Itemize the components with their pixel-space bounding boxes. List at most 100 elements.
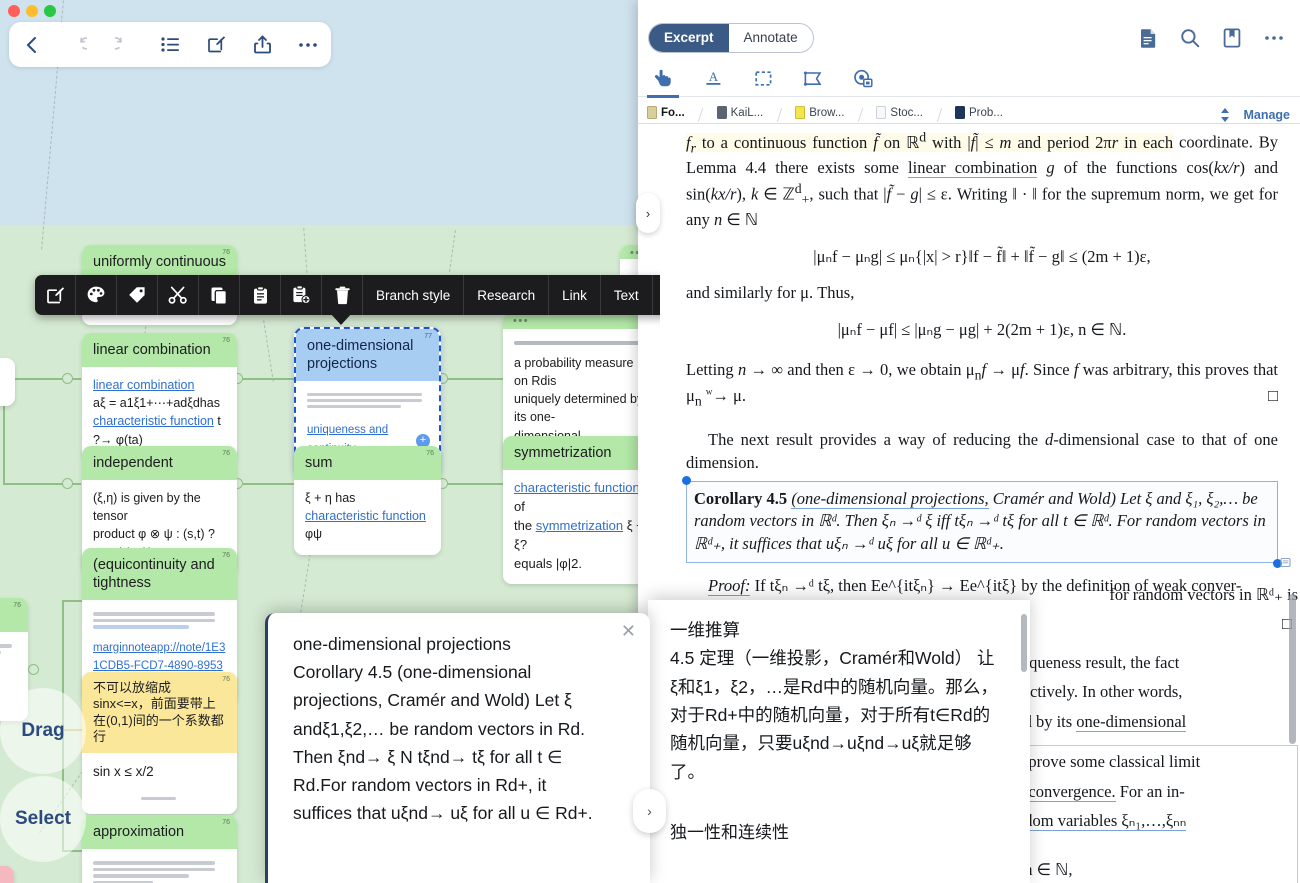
reader-annotation-tools[interactable]: A: [638, 61, 1300, 97]
node-approximation[interactable]: approximation 76: [82, 815, 237, 883]
doc-corollary-box[interactable]: Corollary 4.5 (one-dimensional projectio…: [686, 481, 1278, 563]
connector-knob-1[interactable]: [62, 373, 73, 384]
drag-label: Drag: [21, 720, 64, 742]
outline-icon[interactable]: [155, 30, 185, 60]
tail3d-link[interactable]: ndom variables ξₙ₁,…,ξₙₙ: [1016, 811, 1186, 831]
snapshot-icon[interactable]: [850, 67, 876, 91]
paste-icon[interactable]: [240, 275, 281, 315]
node-header: uniformly continuous 76: [82, 245, 237, 279]
node-header: linear combination 76: [82, 333, 237, 367]
tab-brow[interactable]: Brow...: [786, 103, 853, 123]
corollary-title-link[interactable]: (one-dimensional projections,: [791, 489, 988, 509]
node-header: (equicontinuity and tightness 76: [82, 548, 237, 600]
doc-pink-annotation-box[interactable]: o prove some classical limit n convergen…: [1008, 745, 1298, 883]
rectangle-select-icon[interactable]: [750, 67, 776, 91]
tail3b-link[interactable]: n convergence.: [1016, 782, 1116, 802]
text-underline-icon[interactable]: A: [700, 67, 726, 91]
doc-tail-2c: ned by its one-dimensional: [1008, 711, 1298, 733]
translation-scrollbar[interactable]: [1021, 614, 1027, 672]
excerpt-next-button[interactable]: ›: [633, 789, 666, 833]
scissors-icon[interactable]: [158, 275, 199, 315]
hand-select-icon[interactable]: [650, 67, 676, 91]
tab-separator: [932, 105, 946, 123]
node-link-characteristic-function[interactable]: characteristic function: [305, 509, 426, 523]
doc-tail-3: n convergence. For an in-: [1016, 781, 1290, 803]
node-chinese-note[interactable]: 不可以放缩成sinx<=x，前面要带上在(0,1)间的一个系数都行 76 sin…: [82, 672, 237, 814]
translation-prev-button[interactable]: ›: [636, 193, 660, 233]
doc-link-one-dimensional[interactable]: one-dimensional: [1076, 712, 1186, 732]
close-icon[interactable]: ✕: [621, 622, 636, 640]
tab-stoc[interactable]: Stoc...: [867, 103, 932, 123]
tab-excerpt[interactable]: Excerpt: [649, 24, 729, 52]
node-symmetrization[interactable]: symmetrization characteristic function o…: [503, 436, 655, 584]
doc-link-linear-combination[interactable]: linear combination: [908, 158, 1037, 178]
copy-icon[interactable]: [199, 275, 240, 315]
node-dots-menu-icon[interactable]: •••: [513, 317, 529, 325]
link-button[interactable]: Link: [549, 275, 601, 315]
sort-updown-icon[interactable]: [1219, 107, 1231, 123]
manage-button[interactable]: Manage: [1243, 108, 1290, 122]
undo-icon[interactable]: [63, 30, 93, 60]
branch-style-button[interactable]: Branch style: [363, 275, 464, 315]
node-header: 不可以放缩成sinx<=x，前面要带上在(0,1)间的一个系数都行 76: [82, 672, 237, 753]
proof-label[interactable]: Proof:: [708, 576, 750, 596]
node-link-characteristic-function[interactable]: characteristic function: [514, 480, 640, 495]
edit-note-icon[interactable]: [35, 275, 76, 315]
node-linear-combination[interactable]: linear combination 76 linear combination…: [82, 333, 237, 460]
node-context-toolbar[interactable]: Branch style Research Link Text Focus: [35, 275, 660, 315]
selection-handle-start[interactable]: [682, 476, 691, 485]
reader-document-tabs[interactable]: Fo... KaiL... Brow... Stoc... Prob... Ma…: [638, 98, 1300, 124]
translation-popup[interactable]: 一维推算 4.5 定理（一维投影，Cramér和Wold） 让ξ和ξ1，ξ2，……: [648, 600, 1030, 883]
window-traffic-lights[interactable]: [8, 5, 56, 17]
doc-tail-2b: spectively. In other words,: [1008, 681, 1298, 703]
paste-add-icon[interactable]: [281, 275, 322, 315]
text-button[interactable]: Text: [601, 275, 653, 315]
freehand-select-icon[interactable]: [800, 67, 826, 91]
connector-knob-3[interactable]: [28, 664, 39, 675]
node-corner-number: 76: [13, 602, 21, 611]
excerpt-popup[interactable]: ✕ one-dimensional projections Corollary …: [265, 613, 650, 883]
node-title: uniformly continuous: [93, 254, 226, 270]
reader-topbar-icons: [1140, 28, 1284, 48]
doc-tail-qed: □: [1008, 613, 1292, 635]
node-header: independent 76: [82, 446, 237, 480]
redo-icon[interactable]: [109, 30, 139, 60]
node-clipped-left-pink[interactable]: [0, 866, 14, 883]
node-link-symmetrization[interactable]: symmetrization: [536, 518, 623, 533]
node-link-linear-combination[interactable]: linear combination: [93, 378, 194, 392]
tab-kail[interactable]: KaiL...: [708, 103, 773, 123]
node-body-text1: of: [514, 499, 525, 514]
excerpt-content: one-dimensional projections Corollary 4.…: [268, 613, 650, 837]
share-icon[interactable]: [247, 30, 277, 60]
node-body-line2: uniquely determined by its one-: [514, 392, 643, 424]
book-icon: [795, 106, 805, 119]
trash-icon[interactable]: [322, 275, 363, 315]
close-window-button[interactable]: [8, 5, 20, 17]
node-link-characteristic-function[interactable]: characteristic function: [93, 414, 214, 428]
tag-icon[interactable]: [117, 275, 158, 315]
excerpt-annotate-segmented-control[interactable]: Excerpt Annotate: [648, 23, 814, 53]
palette-icon[interactable]: [76, 275, 117, 315]
minimize-window-button[interactable]: [26, 5, 38, 17]
zoom-window-button[interactable]: [44, 5, 56, 17]
document-icon[interactable]: [1140, 28, 1157, 48]
bookmark-icon[interactable]: [1223, 28, 1241, 48]
node-corner-number: 76: [222, 819, 230, 828]
node-clipped-left-top[interactable]: [0, 358, 15, 406]
research-button[interactable]: Research: [464, 275, 549, 315]
more-icon[interactable]: [293, 30, 323, 60]
document-scrollbar[interactable]: [1289, 594, 1296, 744]
edit-icon[interactable]: [201, 30, 231, 60]
node-corner-number: 76: [222, 450, 230, 459]
main-toolbar[interactable]: [9, 22, 331, 67]
tab-fo[interactable]: Fo...: [638, 103, 694, 123]
tab-prob[interactable]: Prob...: [946, 103, 1012, 123]
note-marker-icon[interactable]: [1280, 557, 1291, 568]
connector-knob-2[interactable]: [62, 478, 73, 489]
node-sum[interactable]: sum 76 ξ + η has characteristic function…: [294, 446, 441, 555]
tab-annotate[interactable]: Annotate: [729, 24, 813, 52]
back-icon[interactable]: [17, 30, 47, 60]
search-icon[interactable]: [1180, 28, 1200, 48]
focus-button[interactable]: Focus: [653, 275, 660, 315]
more-icon[interactable]: [1264, 35, 1284, 41]
